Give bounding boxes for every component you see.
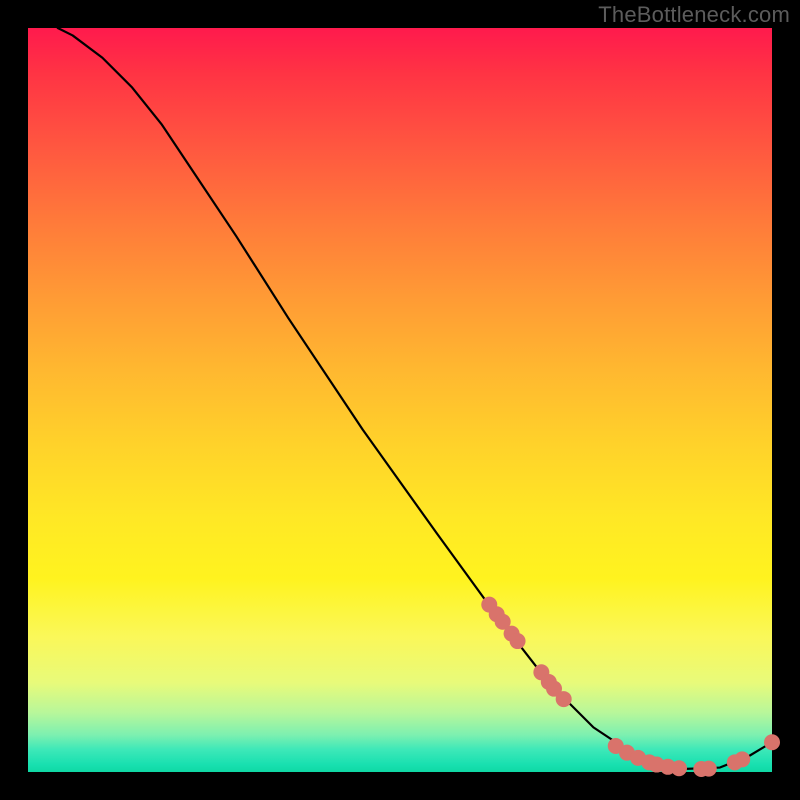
chart-svg: [28, 28, 772, 772]
curve-marker: [556, 691, 572, 707]
watermark-text: TheBottleneck.com: [598, 2, 790, 28]
curve-marker: [764, 734, 780, 750]
curve-marker: [701, 761, 717, 777]
curve-marker: [734, 751, 750, 767]
chart-plot-area: [28, 28, 772, 772]
chart-stage: TheBottleneck.com: [0, 0, 800, 800]
curve-marker: [510, 633, 526, 649]
curve-marker: [671, 760, 687, 776]
curve-markers: [481, 597, 780, 777]
bottleneck-curve: [58, 28, 772, 769]
